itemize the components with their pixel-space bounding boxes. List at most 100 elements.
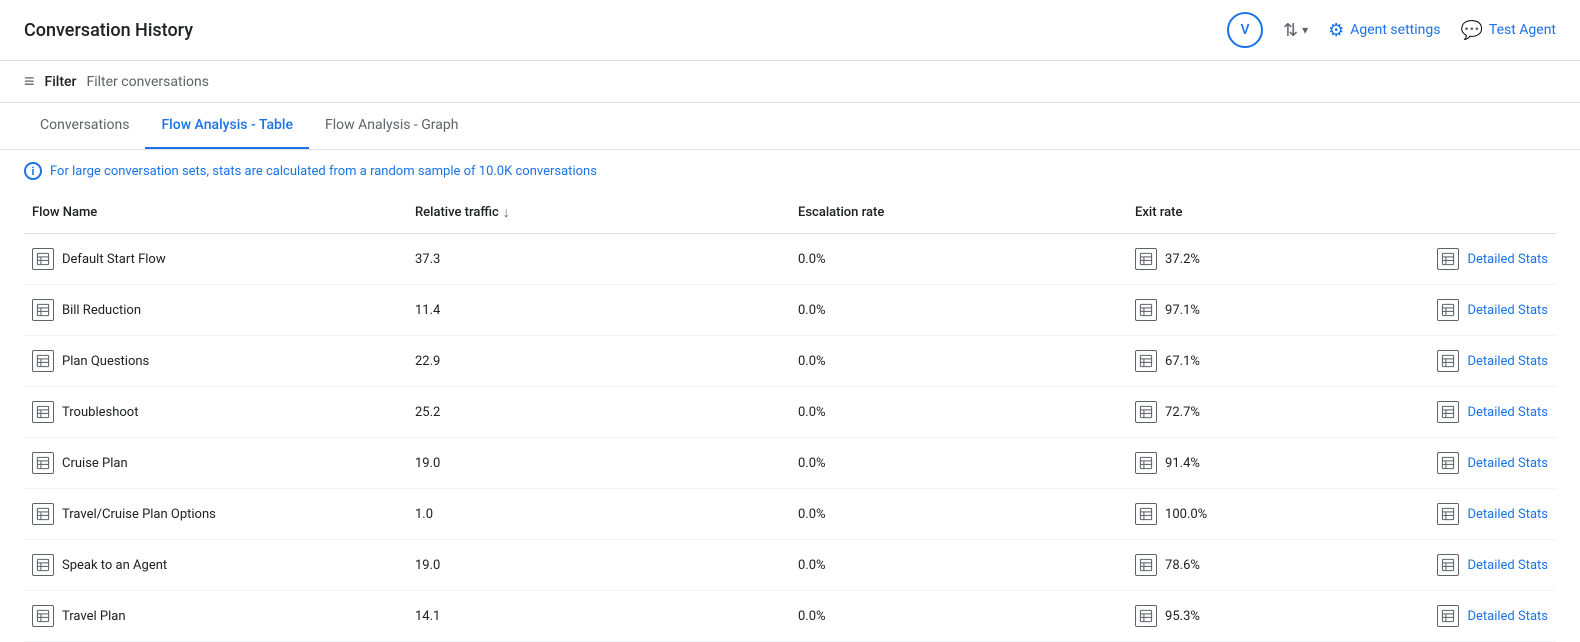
table-row: Travel Plan 14.1 0.0% 95.3% Detailed Sta… bbox=[24, 591, 1556, 642]
table-row: Troubleshoot 25.2 0.0% 72.7% Detailed St… bbox=[24, 387, 1556, 438]
cell-flow-name-0: Default Start Flow bbox=[24, 234, 407, 285]
table-row: Plan Questions 22.9 0.0% 67.1% Detailed … bbox=[24, 336, 1556, 387]
agent-settings-label: Agent settings bbox=[1350, 22, 1440, 38]
detailed-stats-table-icon-2[interactable] bbox=[1437, 350, 1459, 372]
detailed-stats-link-5[interactable]: Detailed Stats bbox=[1467, 507, 1548, 522]
cell-exit-rate-0: 37.2% Detailed Stats bbox=[1127, 234, 1556, 285]
exit-rate-table-icon-0[interactable] bbox=[1135, 248, 1157, 270]
exit-rate-table-icon-2[interactable] bbox=[1135, 350, 1157, 372]
detailed-stats-table-icon-6[interactable] bbox=[1437, 554, 1459, 576]
exit-rate-value-3: 72.7% bbox=[1165, 405, 1200, 420]
cell-escalation-rate-4: 0.0% bbox=[790, 438, 1127, 489]
cell-exit-rate-4: 91.4% Detailed Stats bbox=[1127, 438, 1556, 489]
relative-traffic-value-3: 25.2 bbox=[415, 405, 440, 420]
table-header-row: Flow Name Relative traffic ↓ Escalation … bbox=[24, 192, 1556, 234]
flow-name-text-2: Plan Questions bbox=[62, 354, 149, 369]
filter-icon: ≡ bbox=[24, 71, 35, 92]
cell-relative-traffic-4: 19.0 bbox=[407, 438, 790, 489]
exit-rate-value-1: 97.1% bbox=[1165, 303, 1200, 318]
exit-rate-table-icon-1[interactable] bbox=[1135, 299, 1157, 321]
exit-rate-table-icon-3[interactable] bbox=[1135, 401, 1157, 423]
flow-name-table-icon-3[interactable] bbox=[32, 401, 54, 423]
test-agent-link[interactable]: 💬 Test Agent bbox=[1460, 20, 1556, 41]
detailed-stats-link-2[interactable]: Detailed Stats bbox=[1467, 354, 1548, 369]
exit-rate-value-5: 100.0% bbox=[1165, 507, 1207, 522]
cell-exit-rate-2: 67.1% Detailed Stats bbox=[1127, 336, 1556, 387]
exit-rate-value-6: 78.6% bbox=[1165, 558, 1200, 573]
table-row: Bill Reduction 11.4 0.0% 97.1% Detailed … bbox=[24, 285, 1556, 336]
table-row: Travel/Cruise Plan Options 1.0 0.0% 100.… bbox=[24, 489, 1556, 540]
flow-name-table-icon-1[interactable] bbox=[32, 299, 54, 321]
flow-name-table-icon-5[interactable] bbox=[32, 503, 54, 525]
relative-traffic-value-1: 11.4 bbox=[415, 303, 440, 318]
exit-rate-table-icon-5[interactable] bbox=[1135, 503, 1157, 525]
flow-name-table-icon-0[interactable] bbox=[32, 248, 54, 270]
cell-relative-traffic-6: 19.0 bbox=[407, 540, 790, 591]
escalation-rate-value-5: 0.0% bbox=[798, 507, 826, 522]
flow-name-text-0: Default Start Flow bbox=[62, 252, 166, 267]
cell-relative-traffic-1: 11.4 bbox=[407, 285, 790, 336]
header-actions: V ⇅ ▾ ⚙ Agent settings 💬 Test Agent bbox=[1227, 12, 1556, 48]
flow-name-table-icon-6[interactable] bbox=[32, 554, 54, 576]
detailed-stats-link-3[interactable]: Detailed Stats bbox=[1467, 405, 1548, 420]
relative-traffic-value-4: 19.0 bbox=[415, 456, 440, 471]
cell-relative-traffic-3: 25.2 bbox=[407, 387, 790, 438]
escalation-rate-value-0: 0.0% bbox=[798, 252, 826, 267]
avatar[interactable]: V bbox=[1227, 12, 1263, 48]
exit-rate-table-icon-6[interactable] bbox=[1135, 554, 1157, 576]
cell-escalation-rate-0: 0.0% bbox=[790, 234, 1127, 285]
detailed-stats-table-icon-3[interactable] bbox=[1437, 401, 1459, 423]
flow-name-table-icon-7[interactable] bbox=[32, 605, 54, 627]
detailed-stats-table-icon-0[interactable] bbox=[1437, 248, 1459, 270]
tab-flow-analysis-table[interactable]: Flow Analysis - Table bbox=[145, 103, 309, 149]
exit-rate-table-icon-7[interactable] bbox=[1135, 605, 1157, 627]
flow-name-text-3: Troubleshoot bbox=[62, 405, 138, 420]
relative-traffic-value-5: 1.0 bbox=[415, 507, 433, 522]
relative-traffic-value-6: 19.0 bbox=[415, 558, 440, 573]
table-row: Speak to an Agent 19.0 0.0% 78.6% Detail… bbox=[24, 540, 1556, 591]
filter-placeholder[interactable]: Filter conversations bbox=[86, 74, 208, 90]
chevron-down-icon: ▾ bbox=[1302, 23, 1308, 37]
col-header-escalation-rate: Escalation rate bbox=[790, 192, 1127, 234]
relative-traffic-value-2: 22.9 bbox=[415, 354, 440, 369]
cell-escalation-rate-2: 0.0% bbox=[790, 336, 1127, 387]
tab-flow-analysis-graph[interactable]: Flow Analysis - Graph bbox=[309, 103, 475, 149]
cell-escalation-rate-6: 0.0% bbox=[790, 540, 1127, 591]
detailed-stats-table-icon-7[interactable] bbox=[1437, 605, 1459, 627]
exit-rate-value-7: 95.3% bbox=[1165, 609, 1200, 624]
sort-button[interactable]: ⇅ ▾ bbox=[1283, 20, 1308, 41]
escalation-rate-value-1: 0.0% bbox=[798, 303, 826, 318]
flow-name-table-icon-4[interactable] bbox=[32, 452, 54, 474]
page-title: Conversation History bbox=[24, 20, 193, 41]
detailed-stats-table-icon-4[interactable] bbox=[1437, 452, 1459, 474]
tab-conversations[interactable]: Conversations bbox=[24, 103, 145, 149]
escalation-rate-value-3: 0.0% bbox=[798, 405, 826, 420]
col-header-relative-traffic[interactable]: Relative traffic ↓ bbox=[407, 192, 790, 234]
agent-settings-link[interactable]: ⚙ Agent settings bbox=[1328, 20, 1440, 41]
detailed-stats-link-0[interactable]: Detailed Stats bbox=[1467, 252, 1548, 267]
exit-rate-table-icon-4[interactable] bbox=[1135, 452, 1157, 474]
header: Conversation History V ⇅ ▾ ⚙ Agent setti… bbox=[0, 0, 1580, 61]
detailed-stats-link-1[interactable]: Detailed Stats bbox=[1467, 303, 1548, 318]
detailed-stats-table-icon-5[interactable] bbox=[1437, 503, 1459, 525]
col-header-flow-name: Flow Name bbox=[24, 192, 407, 234]
cell-exit-rate-7: 95.3% Detailed Stats bbox=[1127, 591, 1556, 642]
cell-relative-traffic-0: 37.3 bbox=[407, 234, 790, 285]
filter-bar: ≡ Filter Filter conversations bbox=[0, 61, 1580, 103]
flow-name-text-5: Travel/Cruise Plan Options bbox=[62, 507, 216, 522]
test-agent-label: Test Agent bbox=[1489, 22, 1556, 38]
cell-escalation-rate-5: 0.0% bbox=[790, 489, 1127, 540]
detailed-stats-table-icon-1[interactable] bbox=[1437, 299, 1459, 321]
detailed-stats-link-6[interactable]: Detailed Stats bbox=[1467, 558, 1548, 573]
cell-flow-name-6: Speak to an Agent bbox=[24, 540, 407, 591]
gear-icon: ⚙ bbox=[1328, 20, 1344, 41]
detailed-stats-link-7[interactable]: Detailed Stats bbox=[1467, 609, 1548, 624]
tabs-bar: Conversations Flow Analysis - Table Flow… bbox=[0, 103, 1580, 150]
cell-relative-traffic-2: 22.9 bbox=[407, 336, 790, 387]
flow-analysis-table: Flow Name Relative traffic ↓ Escalation … bbox=[0, 192, 1580, 642]
cell-flow-name-4: Cruise Plan bbox=[24, 438, 407, 489]
info-banner: i For large conversation sets, stats are… bbox=[0, 150, 1580, 192]
flow-name-table-icon-2[interactable] bbox=[32, 350, 54, 372]
flow-name-text-7: Travel Plan bbox=[62, 609, 126, 624]
detailed-stats-link-4[interactable]: Detailed Stats bbox=[1467, 456, 1548, 471]
